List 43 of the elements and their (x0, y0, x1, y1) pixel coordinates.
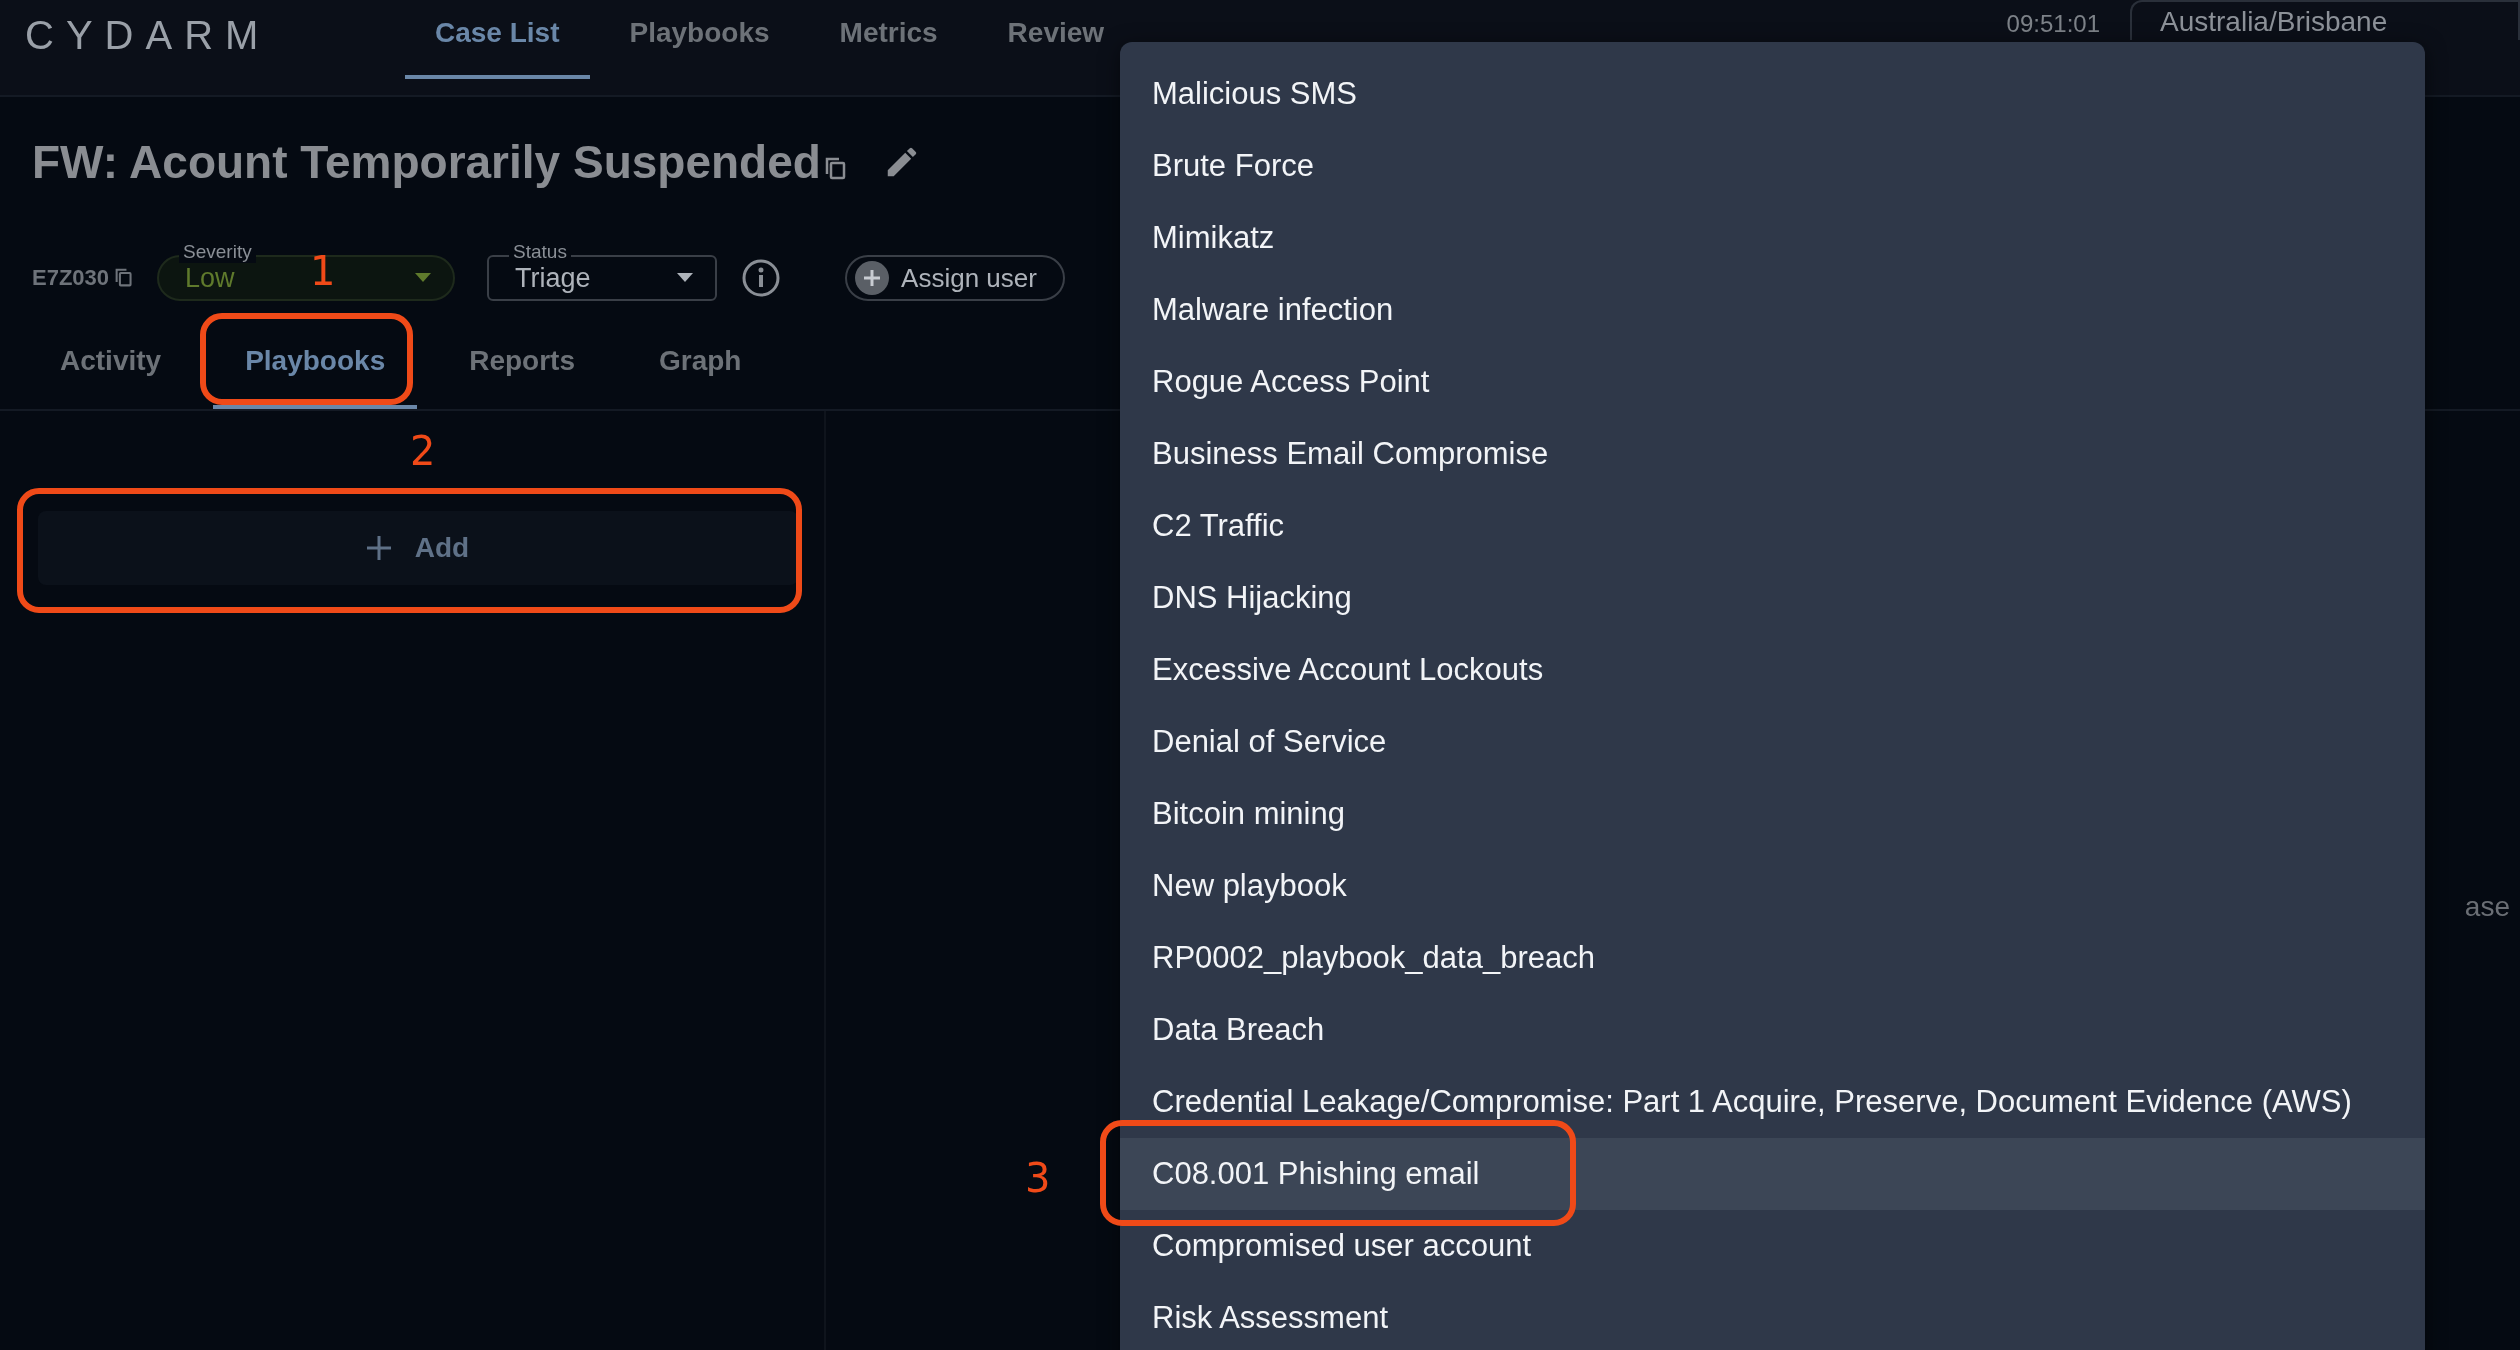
plus-icon (855, 261, 890, 295)
logo: CYDARM (25, 11, 272, 59)
menu-item[interactable]: Risk Assessment (1120, 1282, 2425, 1350)
menu-item[interactable]: DNS Hijacking (1120, 562, 2425, 634)
caret-icon (677, 273, 694, 283)
case-title: FW: Acount Temporarily Suspended (32, 135, 821, 189)
copy-icon[interactable] (115, 267, 134, 289)
menu-item[interactable]: Malicious SMS (1120, 58, 2425, 130)
menu-item[interactable]: Credential Leakage/Compromise: Part 1 Acquire, Preserve, Document Evidence (AWS) (1120, 1066, 2425, 1138)
case-tab[interactable]: Activity (28, 323, 194, 409)
plus-icon (366, 536, 391, 560)
menu-item[interactable]: Denial of Service (1120, 706, 2425, 778)
menu-item[interactable]: C2 Traffic (1120, 490, 2425, 562)
menu-item[interactable]: Business Email Compromise (1120, 418, 2425, 490)
copy-icon[interactable] (824, 157, 847, 181)
nav-tab[interactable]: Metrics (809, 0, 968, 79)
menu-item[interactable]: RP0002_playbook_data_breach (1120, 922, 2425, 994)
nav-tab[interactable]: Playbooks (599, 0, 800, 79)
menu-item[interactable]: Brute Force (1120, 130, 2425, 202)
caret-icon (415, 273, 432, 283)
case-tab[interactable]: Graph (627, 323, 774, 409)
add-playbook-button[interactable]: Add (38, 511, 798, 585)
case-tab[interactable]: Reports (437, 323, 607, 409)
annotation-number: 1 (310, 248, 336, 294)
menu-item[interactable]: New playbook (1120, 850, 2425, 922)
menu-item[interactable]: Mimikatz (1120, 202, 2425, 274)
case-tab[interactable]: Playbooks (213, 323, 418, 409)
menu-item[interactable]: Bitcoin mining (1120, 778, 2425, 850)
info-icon[interactable] (741, 258, 782, 298)
case-id: E7Z030 (32, 265, 110, 291)
annotation-number: 3 (1025, 1155, 1051, 1201)
menu-item[interactable]: Malware infection (1120, 274, 2425, 346)
detail-text: ase (2464, 891, 2510, 923)
menu-item[interactable]: Excessive Account Lockouts (1120, 634, 2425, 706)
nav-tab[interactable]: Case List (405, 0, 590, 79)
clock-text: 09:51:01 (2006, 10, 2100, 38)
menu-item[interactable]: C08.001 Phishing email (1120, 1138, 2425, 1210)
annotation-number: 2 (410, 428, 436, 474)
timezone-field[interactable]: Australia/Brisbane (2130, 0, 2520, 40)
menu-item[interactable]: Compromised user account (1120, 1210, 2425, 1282)
menu-item[interactable]: Rogue Access Point (1120, 346, 2425, 418)
menu-item[interactable]: Data Breach (1120, 994, 2425, 1066)
assign-user-button[interactable]: Assign user (845, 255, 1065, 301)
